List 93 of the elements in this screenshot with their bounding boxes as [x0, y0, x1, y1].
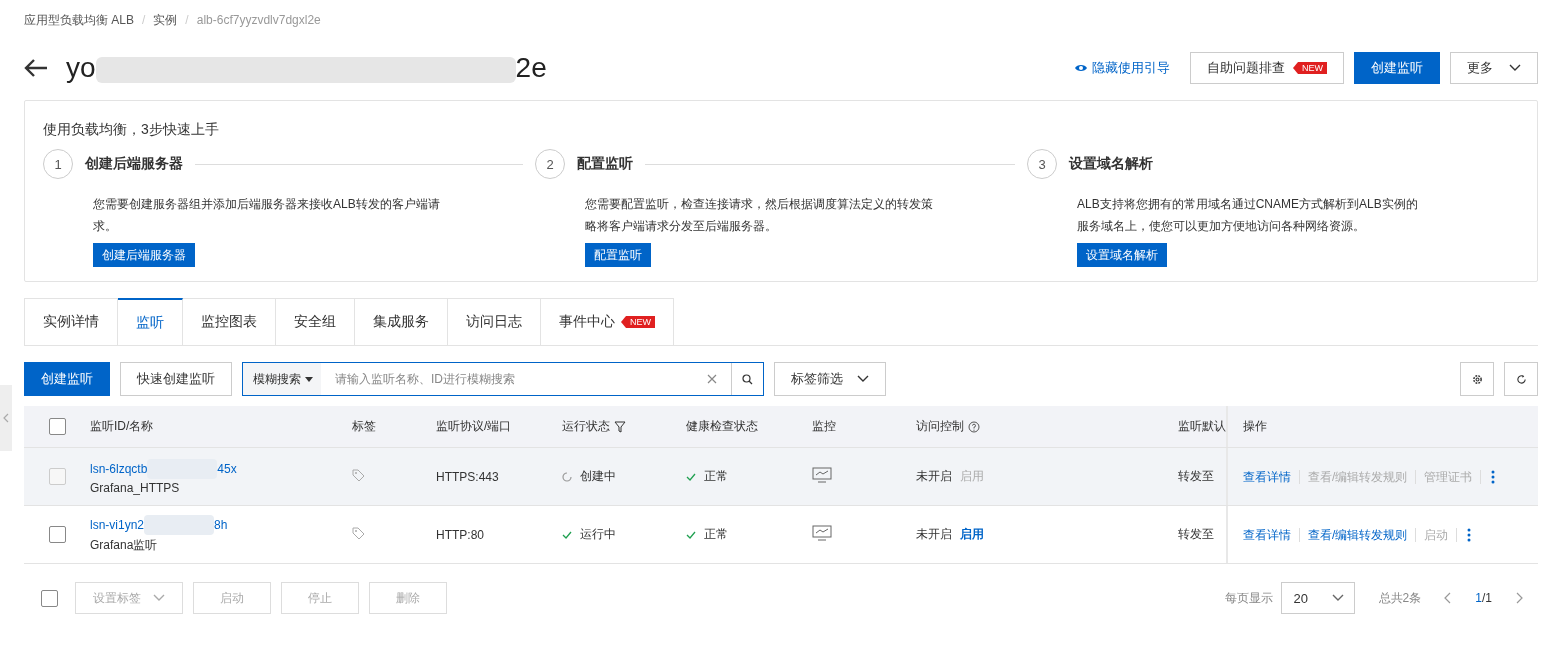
check-icon [686, 471, 696, 482]
column-header: 监听ID/名称 [90, 419, 154, 433]
step-description: ALB支持将您拥有的常用域名通过CNAME方式解析到ALB实例的服务域名上，使您可以更加方便地访问各种网络资源。 [1077, 196, 1419, 235]
listener-id-link[interactable]: lsn-vi1yn2 [90, 518, 145, 532]
breadcrumb-separator: / [185, 13, 189, 27]
enable-link[interactable]: 启用 [960, 526, 984, 543]
table-cell-text: 转发至 [1178, 526, 1215, 543]
health-status-text: 正常 [704, 468, 728, 485]
action-link[interactable]: 查看详情 [1243, 527, 1300, 542]
guide-title: 使用负载均衡，3步快速上手 [43, 121, 220, 139]
breadcrumb-current: alb-6cf7yyzvdlv7dgxl2e [196, 13, 321, 27]
search-icon [742, 373, 753, 385]
tag-filter-dropdown[interactable]: 标签筛选 [774, 362, 886, 396]
hide-guide-link[interactable]: 隐藏使用引导 [1074, 59, 1170, 77]
quick-create-button[interactable]: 快速创建监听 [120, 362, 232, 396]
sidebar-toggle[interactable] [0, 385, 12, 451]
create-listener-button[interactable]: 创建监听 [1354, 52, 1440, 84]
action-link[interactable]: 查看/编辑转发规则 [1300, 527, 1417, 542]
step-title: 创建后端服务器 [85, 155, 183, 173]
checkbox[interactable] [48, 418, 66, 435]
search-mode-dropdown[interactable]: 模糊搜索 [243, 363, 321, 395]
breadcrumb-link[interactable]: 应用型负载均衡 ALB [24, 11, 134, 29]
tab[interactable]: 事件中心 NEW [541, 298, 674, 345]
refresh-icon [1515, 373, 1527, 385]
clear-icon[interactable] [707, 374, 717, 384]
checkbox[interactable] [41, 589, 58, 607]
chevron-down-icon [1331, 594, 1344, 602]
loading-icon [562, 471, 572, 482]
column-header: 标签 [352, 419, 376, 433]
filter-icon[interactable] [614, 420, 626, 433]
column-header: 监控 [812, 419, 836, 433]
caret-icon [305, 376, 313, 382]
help-icon [968, 420, 980, 433]
chevron-down-icon [1509, 64, 1521, 72]
access-control-status: 未开启 [916, 526, 952, 543]
back-arrow-icon[interactable] [24, 58, 48, 78]
tab[interactable]: 实例详情 [24, 298, 118, 345]
eye-icon [1074, 63, 1088, 73]
step-title: 配置监听 [577, 155, 633, 173]
more-options-icon[interactable] [1467, 527, 1472, 542]
table-cell-text: 转发至 [1178, 468, 1215, 485]
step-description: 您需要创建服务器组并添加后端服务器来接收ALB转发的客户端请求。 [93, 196, 441, 235]
step-description: 您需要配置监听，检查连接请求，然后根据调度算法定义的转发策略将客户端请求分发至后端服务器。 [585, 196, 934, 235]
column-header: 运行状态 [562, 418, 610, 435]
page-size-dropdown[interactable]: 20 [1280, 582, 1355, 614]
tab[interactable]: 安全组 [276, 298, 355, 345]
page-indicator: 1/1 [1475, 591, 1492, 605]
total-count: 总共2条 [1378, 589, 1422, 607]
check-icon [686, 529, 696, 540]
status-text: 运行中 [580, 526, 616, 543]
step-button[interactable]: 配置监听 [585, 243, 651, 267]
table-cell-text: HTTP:80 [436, 527, 485, 542]
step-title: 设置域名解析 [1069, 155, 1153, 173]
tab[interactable]: 访问日志 [448, 298, 541, 345]
page-title-end: 2e [515, 52, 547, 84]
access-control-status: 未开启 [916, 468, 952, 485]
tab[interactable]: 监听 [118, 298, 183, 345]
chevron-left-icon [3, 413, 9, 423]
settings-icon [1471, 373, 1483, 385]
column-header: 访问控制 [916, 418, 964, 435]
column-header: 监听协议/端口 [436, 419, 512, 433]
monitor-icon[interactable] [812, 525, 832, 541]
breadcrumb-separator: / [142, 13, 146, 27]
next-page-icon[interactable] [1514, 592, 1524, 604]
check-icon [562, 529, 572, 540]
listener-id-link[interactable]: 8h [214, 518, 228, 532]
search-field[interactable]: 模糊搜索 请输入监听名称、ID进行模糊搜索 [242, 362, 764, 396]
step-button[interactable]: 创建后端服务器 [93, 243, 195, 267]
table-cell-text: HTTPS:443 [436, 469, 500, 484]
tab[interactable]: 集成服务 [355, 298, 448, 345]
breadcrumb-link[interactable]: 实例 [153, 11, 178, 29]
page-size-label: 每页显示 [1224, 589, 1273, 607]
chevron-down-icon [857, 375, 869, 383]
step-button[interactable]: 设置域名解析 [1077, 243, 1167, 267]
checkbox[interactable] [48, 526, 66, 543]
troubleshoot-button[interactable]: 自助问题排查 NEW [1190, 52, 1344, 84]
column-header: 监听默认 [1178, 419, 1226, 433]
refresh-button[interactable] [1504, 362, 1538, 396]
create-listener-button[interactable]: 创建监听 [24, 362, 110, 396]
chevron-down-icon [153, 594, 165, 602]
more-dropdown-button[interactable]: 更多 [1450, 52, 1538, 84]
settings-button[interactable] [1460, 362, 1494, 396]
health-status-text: 正常 [704, 526, 728, 543]
listener-name: Grafana_HTTPS [90, 480, 181, 495]
new-badge: NEW [621, 316, 655, 328]
page-title-start: yo [66, 52, 96, 84]
column-header: 操作 [1243, 418, 1267, 435]
new-badge: NEW [1293, 62, 1327, 74]
tab[interactable]: 监控图表 [183, 298, 276, 345]
tag-icon[interactable] [352, 526, 365, 540]
status-text: 创建中 [580, 468, 616, 485]
listener-name: Grafana监听 [90, 537, 159, 554]
column-header: 健康检查状态 [686, 419, 758, 433]
